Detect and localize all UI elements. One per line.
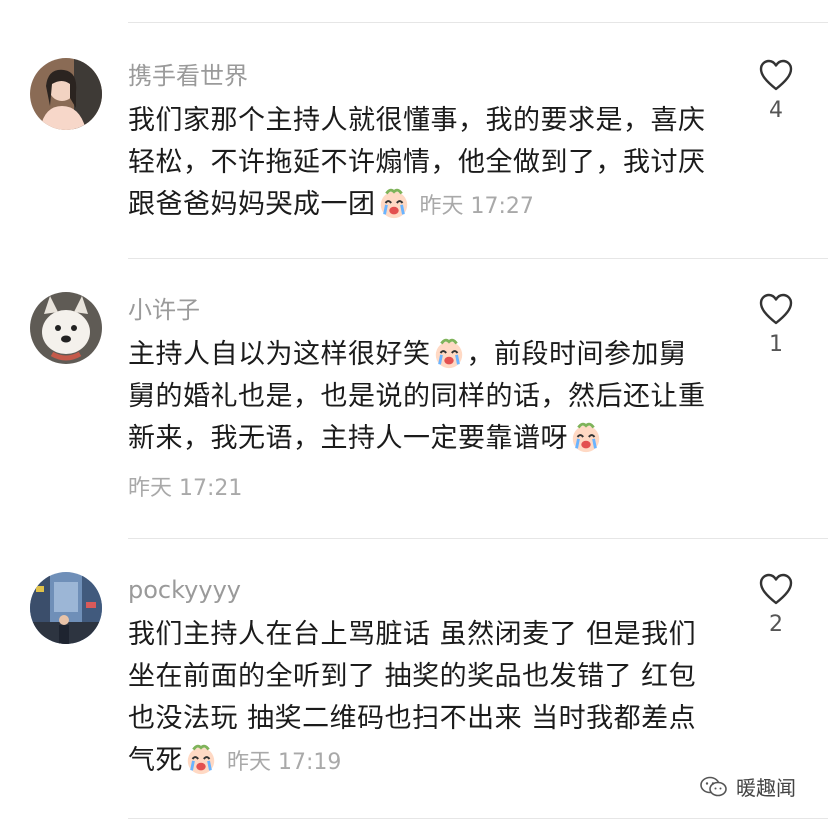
like-button[interactable]: 1 xyxy=(754,292,798,357)
comment-text: 主持人自以为这样很好笑 ，前段时间参加舅舅的婚礼也是，也是说的同样的话，然后还让… xyxy=(128,334,708,460)
crying-face-emoji xyxy=(572,422,600,453)
like-count: 2 xyxy=(769,612,783,637)
avatar[interactable] xyxy=(30,292,102,364)
comment-text: 我们主持人在台上骂脏话 虽然闭麦了 但是我们坐在前面的全听到了 抽奖的奖品也发错… xyxy=(128,614,708,784)
heart-icon xyxy=(759,59,793,91)
crying-face-emoji xyxy=(187,744,215,775)
heart-icon xyxy=(759,293,793,325)
divider xyxy=(128,22,828,23)
watermark: 暖趣闻 xyxy=(700,772,796,801)
wechat-icon xyxy=(700,776,727,796)
comment-time: 昨天 17:27 xyxy=(419,194,534,219)
like-button[interactable]: 4 xyxy=(754,58,798,123)
username[interactable]: 小许子 xyxy=(128,294,200,326)
comment-time: 昨天 17:19 xyxy=(227,750,342,775)
avatar[interactable] xyxy=(30,572,102,644)
divider xyxy=(128,818,828,819)
crying-face-emoji xyxy=(380,188,407,219)
like-count: 1 xyxy=(769,332,783,357)
divider xyxy=(128,538,828,539)
comment-time: 昨天 17:21 xyxy=(128,476,243,501)
watermark-text: 暖趣闻 xyxy=(736,776,796,800)
avatar[interactable] xyxy=(30,58,102,130)
comment-text: 我们家那个主持人就很懂事，我的要求是，喜庆轻松，不许拖延不许煽情，他全做到了，我… xyxy=(128,100,708,228)
comment-body-part: 主持人自以为这样很好笑 xyxy=(128,339,431,370)
crying-face-emoji xyxy=(435,338,462,369)
like-count: 4 xyxy=(769,98,783,123)
divider xyxy=(128,258,828,259)
like-button[interactable]: 2 xyxy=(754,572,798,637)
username[interactable]: 携手看世界 xyxy=(128,60,248,92)
username[interactable]: pockyyyy xyxy=(128,574,241,606)
comment-body: 我们家那个主持人就很懂事，我的要求是，喜庆轻松，不许拖延不许煽情，他全做到了，我… xyxy=(128,105,706,220)
heart-icon xyxy=(759,573,793,605)
